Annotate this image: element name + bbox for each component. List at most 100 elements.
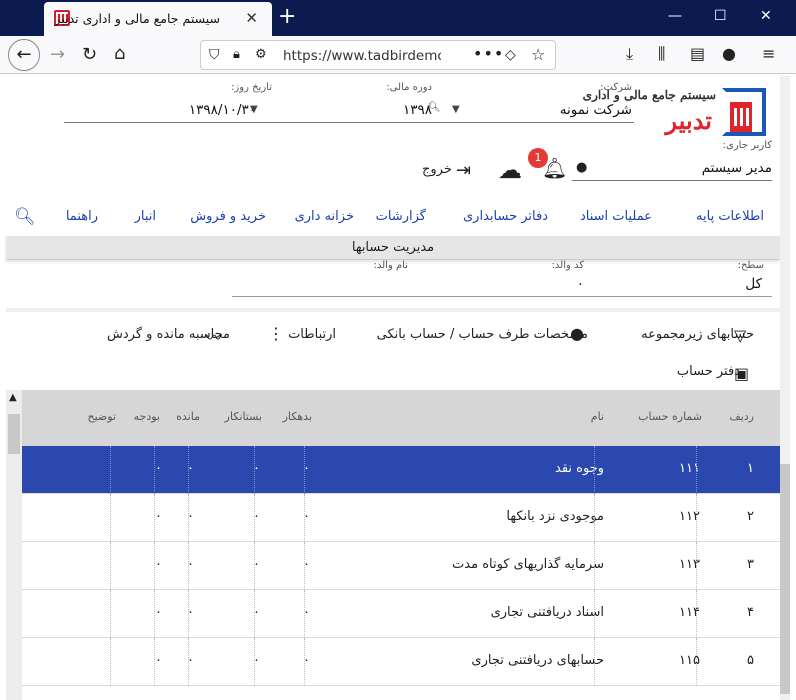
search-icon[interactable]: 🔍︎	[14, 207, 36, 227]
menu-item-voucher-ops[interactable]: عملیات اسناد	[580, 209, 652, 224]
col-budget[interactable]: بودجه	[134, 410, 160, 423]
col-row[interactable]: ردیف	[729, 410, 754, 423]
account-icon[interactable]: ●	[722, 44, 736, 63]
col-debit[interactable]: بدهکار	[283, 410, 312, 423]
url-bar[interactable]: ⛉ 🔒︎ ⚙ https://www.tadbirdemo.c ••• ◇ ☆	[200, 40, 556, 70]
shield-icon[interactable]: ⛉	[209, 47, 220, 63]
logo-frame	[722, 88, 766, 136]
back-arrow-icon[interactable]: ←	[8, 39, 40, 71]
library-icon[interactable]: ⫼	[658, 44, 665, 64]
col-balance[interactable]: مانده	[176, 410, 200, 423]
sub-accounts-button[interactable]: حسابهای زیرمجموعه	[641, 327, 754, 342]
hamburger-menu-icon[interactable]: ≡	[762, 44, 775, 63]
date-label: تاریخ روز:	[231, 82, 272, 93]
tab-title: سیستم جامع مالی و اداری تدبیر	[54, 11, 220, 26]
relations-button[interactable]: ارتباطات	[288, 327, 336, 342]
col-description[interactable]: توضیح	[87, 410, 116, 423]
exit-label: خروج	[422, 162, 452, 177]
more-vert-icon[interactable]: ⋮	[268, 324, 284, 343]
main-menu: اطلاعات پایه عملیات اسناد دفاتر حسابداری…	[6, 200, 780, 234]
page-content: سیستم جامع مالی و اداری تدبیر شرکت: شرکت…	[6, 76, 790, 700]
col-credit[interactable]: بستانکار	[225, 410, 262, 423]
table-row[interactable]: ۵ ۱۱۵ حسابهای دریافتنی تجاری ۰ ۰ ۰ ۰	[22, 638, 780, 686]
pocket-icon[interactable]: ◇	[505, 47, 516, 63]
cell-row: ۳	[747, 557, 754, 572]
browser-tab[interactable]: سیستم جامع مالی و اداری تدبیر ✕	[44, 2, 272, 36]
cloud-upload-icon[interactable]: ☁	[498, 156, 522, 184]
download-icon[interactable]: ⤓	[626, 44, 633, 64]
home-icon[interactable]: ⌂	[114, 43, 125, 64]
notification-badge: 1	[528, 148, 548, 168]
cell-budget: ۰	[155, 653, 162, 668]
menu-item-base-info[interactable]: اطلاعات پایه	[696, 209, 764, 224]
cell-name: وجوه نقد	[555, 461, 604, 476]
cell-budget: ۰	[155, 509, 162, 524]
filter-panel: سطح: کل کد والد: ۰ نام والد:	[6, 260, 780, 312]
table-header: ردیف شماره حساب نام بدهکار بستانکار ماند…	[22, 390, 780, 446]
date-value[interactable]: ۱۳۹۸/۱۰/۳۰	[189, 102, 256, 118]
sub-title: مدیریت حسابها	[351, 240, 435, 255]
cell-name: حسابهای دریافتنی تجاری	[471, 653, 604, 668]
company-value[interactable]: شرکت نمونه	[560, 102, 632, 118]
parent-code-label: کد والد:	[551, 260, 584, 271]
cell-name: اسناد دریافتنی تجاری	[490, 605, 604, 620]
left-scrollbar[interactable]: ▲	[6, 390, 22, 700]
company-label: شرکت:	[600, 82, 632, 93]
parent-code-value[interactable]: ۰	[577, 276, 584, 292]
url-text[interactable]: https://www.tadbirdemo.c	[283, 48, 441, 64]
user-icon: ●	[576, 160, 588, 175]
col-account-no[interactable]: شماره حساب	[638, 410, 702, 423]
logo-line2: تدبیر	[665, 106, 712, 135]
calc-balance-button[interactable]: محاسبه مانده و گردش	[107, 327, 230, 342]
col-name[interactable]: نام	[591, 410, 604, 423]
cell-budget: ۰	[155, 461, 162, 476]
close-window-button[interactable]: ✕	[760, 8, 772, 24]
browser-navbar: ← → ↻ ⌂ ⛉ 🔒︎ ⚙ https://www.tadbirdemo.c …	[0, 36, 796, 74]
reload-icon[interactable]: ↻	[82, 44, 97, 65]
period-search-icon[interactable]: 🔍︎	[428, 102, 441, 113]
menu-item-sales[interactable]: خرید و فروش	[190, 209, 266, 224]
cell-row: ۵	[747, 653, 754, 668]
date-caret-icon[interactable]: ▼	[250, 104, 258, 115]
level-label: سطح:	[737, 260, 764, 271]
menu-item-reports[interactable]: گزارشات	[376, 209, 426, 224]
counterparty-button[interactable]: مشخصات طرف حساب / حساب بانکی	[377, 327, 588, 342]
sidebar-icon[interactable]: ▤	[690, 44, 705, 63]
menu-item-ledgers[interactable]: دفاتر حسابداری	[463, 209, 548, 224]
period-label: دوره مالی:	[386, 82, 432, 93]
company-caret-icon[interactable]: ▼	[452, 104, 460, 115]
menu-item-inventory[interactable]: انبار	[135, 209, 156, 224]
logout-icon: ⇥	[456, 160, 472, 181]
cell-row: ۴	[747, 605, 754, 620]
more-icon[interactable]: •••	[473, 44, 504, 63]
cell-name: موجودی نزد بانکها	[506, 509, 604, 524]
user-value[interactable]: مدیر سیستم	[702, 160, 772, 176]
new-tab-button[interactable]: +	[278, 4, 296, 29]
ledger-button[interactable]: دفتر حساب	[677, 364, 740, 379]
cell-budget: ۰	[155, 605, 162, 620]
tadbir-logo: سیستم جامع مالی و اداری تدبیر	[583, 84, 766, 142]
bookmark-star-icon[interactable]: ☆	[531, 45, 545, 64]
table-row[interactable]: ۲ ۱۱۲ موجودی نزد بانکها ۰ ۰ ۰ ۰	[22, 494, 780, 542]
maximize-button[interactable]: ☐	[714, 8, 727, 24]
table-row[interactable]: ۳ ۱۱۳ سرمایه گذاریهای کوتاه مدت ۰ ۰ ۰ ۰	[22, 542, 780, 590]
parent-name-label: نام والد:	[373, 260, 408, 271]
right-scrollbar[interactable]	[780, 76, 790, 700]
cell-row: ۱	[747, 461, 754, 476]
cell-name: سرمایه گذاریهای کوتاه مدت	[452, 557, 604, 572]
browser-titlebar: سیستم جامع مالی و اداری تدبیر ✕ + — ☐ ✕	[0, 0, 796, 36]
permissions-icon[interactable]: ⚙	[255, 47, 267, 62]
table-row[interactable]: ۴ ۱۱۴ اسناد دریافتنی تجاری ۰ ۰ ۰ ۰	[22, 590, 780, 638]
sub-title-bar: مدیریت حسابها	[6, 236, 780, 260]
user-label: کاربر جاری:	[722, 140, 772, 151]
tab-close-icon[interactable]: ✕	[245, 9, 258, 27]
minimize-button[interactable]: —	[668, 8, 682, 24]
forward-arrow-icon[interactable]: →	[50, 44, 65, 65]
scrollbar-thumb[interactable]	[780, 464, 790, 694]
lock-icon[interactable]: 🔒︎	[233, 47, 240, 62]
menu-item-treasury[interactable]: خزانه داری	[295, 209, 354, 224]
table-row[interactable]: ۱ ۱۱۱ وجوه نقد ۰ ۰ ۰ ۰	[22, 446, 780, 494]
scroll-up-icon[interactable]: ▲	[9, 392, 17, 403]
menu-item-help[interactable]: راهنما	[66, 209, 98, 224]
level-value[interactable]: کل	[745, 276, 762, 292]
